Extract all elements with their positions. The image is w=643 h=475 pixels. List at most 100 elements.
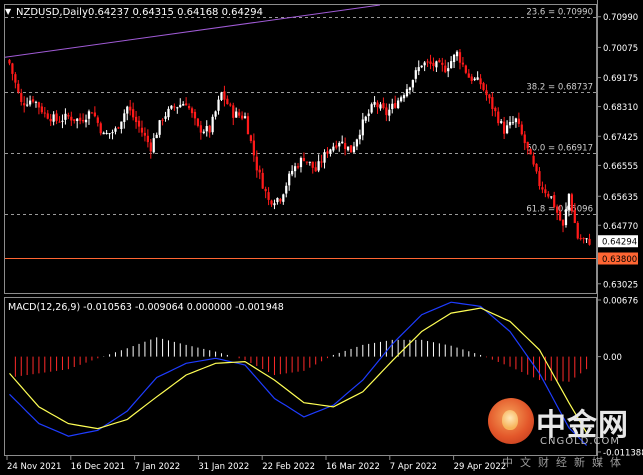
candle-body bbox=[105, 133, 108, 135]
candle-body bbox=[143, 132, 147, 136]
candle bbox=[43, 106, 46, 118]
candle bbox=[429, 54, 432, 70]
candle bbox=[261, 168, 264, 190]
candle-body bbox=[114, 128, 117, 132]
candle-body bbox=[238, 112, 241, 116]
chart-ohlc-values: 0.64237 0.64315 0.64168 0.64294 bbox=[88, 7, 263, 18]
candle-body bbox=[182, 104, 185, 106]
candle-body bbox=[132, 109, 135, 118]
candle bbox=[61, 114, 64, 129]
candle bbox=[508, 116, 512, 129]
candle bbox=[146, 129, 149, 148]
time-tick-label: 7 Apr 2022 bbox=[390, 462, 437, 472]
candle bbox=[497, 107, 500, 126]
candle-body bbox=[196, 118, 200, 126]
candle-body bbox=[187, 105, 191, 109]
candle bbox=[426, 58, 429, 68]
candle-body bbox=[511, 122, 515, 124]
candle-body bbox=[444, 65, 447, 73]
candle-body bbox=[158, 120, 161, 135]
candle-body bbox=[208, 125, 211, 133]
candle-body bbox=[99, 123, 102, 134]
candle-body bbox=[349, 145, 353, 153]
candle-body bbox=[573, 210, 576, 224]
candle bbox=[411, 79, 414, 92]
candle bbox=[267, 187, 270, 206]
candle bbox=[394, 95, 397, 109]
candle bbox=[134, 111, 138, 129]
candle-body bbox=[26, 104, 29, 106]
candle bbox=[323, 149, 326, 169]
macd-tick-label: 0.00 bbox=[603, 353, 622, 363]
fib-label: 38.2 = 0.68737 bbox=[526, 83, 593, 93]
candle-body bbox=[220, 92, 223, 100]
candle bbox=[208, 124, 211, 138]
candle bbox=[379, 102, 382, 111]
candle bbox=[464, 64, 467, 75]
candle bbox=[137, 116, 141, 133]
candle bbox=[455, 50, 459, 61]
candle bbox=[55, 110, 58, 125]
candle bbox=[364, 115, 367, 124]
cngold-logo-icon bbox=[488, 398, 534, 444]
candle bbox=[541, 181, 544, 194]
candle-body bbox=[293, 166, 297, 172]
candle-body bbox=[40, 106, 43, 113]
candle-body bbox=[494, 107, 497, 112]
fib-label: 23.6 = 0.70990 bbox=[526, 8, 593, 18]
candle-body bbox=[335, 145, 338, 148]
candle bbox=[547, 191, 550, 199]
candle bbox=[494, 106, 497, 117]
candle bbox=[11, 62, 14, 81]
candle bbox=[270, 199, 273, 207]
candle-body bbox=[417, 67, 420, 72]
chart-dropdown-icon[interactable]: ▼ bbox=[5, 7, 12, 16]
candle-body bbox=[570, 194, 573, 212]
candle bbox=[461, 57, 465, 68]
candle-body bbox=[561, 219, 565, 226]
candle bbox=[397, 97, 400, 110]
candle-body bbox=[205, 126, 208, 132]
candle-body bbox=[120, 121, 123, 130]
candle-body bbox=[240, 115, 244, 119]
candle-body bbox=[190, 108, 194, 114]
candle-body bbox=[235, 111, 238, 118]
candle-body bbox=[226, 98, 229, 105]
candle bbox=[23, 96, 26, 113]
watermark-slogan: 中文财经新媒体 bbox=[502, 456, 628, 469]
candle-body bbox=[394, 103, 397, 108]
candle bbox=[276, 197, 279, 205]
candle bbox=[196, 117, 200, 128]
candle-body bbox=[164, 116, 167, 119]
candle-body bbox=[482, 83, 485, 90]
candle bbox=[535, 163, 538, 174]
candle-body bbox=[73, 119, 76, 121]
candle bbox=[264, 186, 267, 199]
candle-body bbox=[553, 195, 556, 208]
candle-body bbox=[579, 238, 582, 240]
candle-body bbox=[108, 133, 111, 135]
candle bbox=[385, 103, 388, 122]
candle bbox=[517, 112, 520, 128]
candle-body bbox=[567, 193, 571, 210]
candle bbox=[143, 127, 147, 142]
candle-body bbox=[232, 105, 235, 118]
candle bbox=[382, 97, 385, 110]
candle bbox=[193, 109, 197, 126]
candle-body bbox=[185, 103, 188, 106]
candle bbox=[358, 129, 361, 145]
candle bbox=[338, 141, 341, 152]
candle bbox=[90, 111, 94, 114]
candle-body bbox=[58, 121, 61, 123]
candle bbox=[152, 133, 155, 154]
candle bbox=[170, 105, 173, 110]
candle-body bbox=[526, 141, 529, 149]
candle-body bbox=[564, 209, 568, 226]
candle-body bbox=[211, 116, 214, 133]
candle-body bbox=[229, 104, 232, 106]
candle-body bbox=[279, 198, 282, 202]
candle bbox=[520, 121, 523, 136]
candle bbox=[105, 130, 108, 135]
candle-body bbox=[485, 90, 488, 96]
candle-body bbox=[346, 146, 350, 151]
